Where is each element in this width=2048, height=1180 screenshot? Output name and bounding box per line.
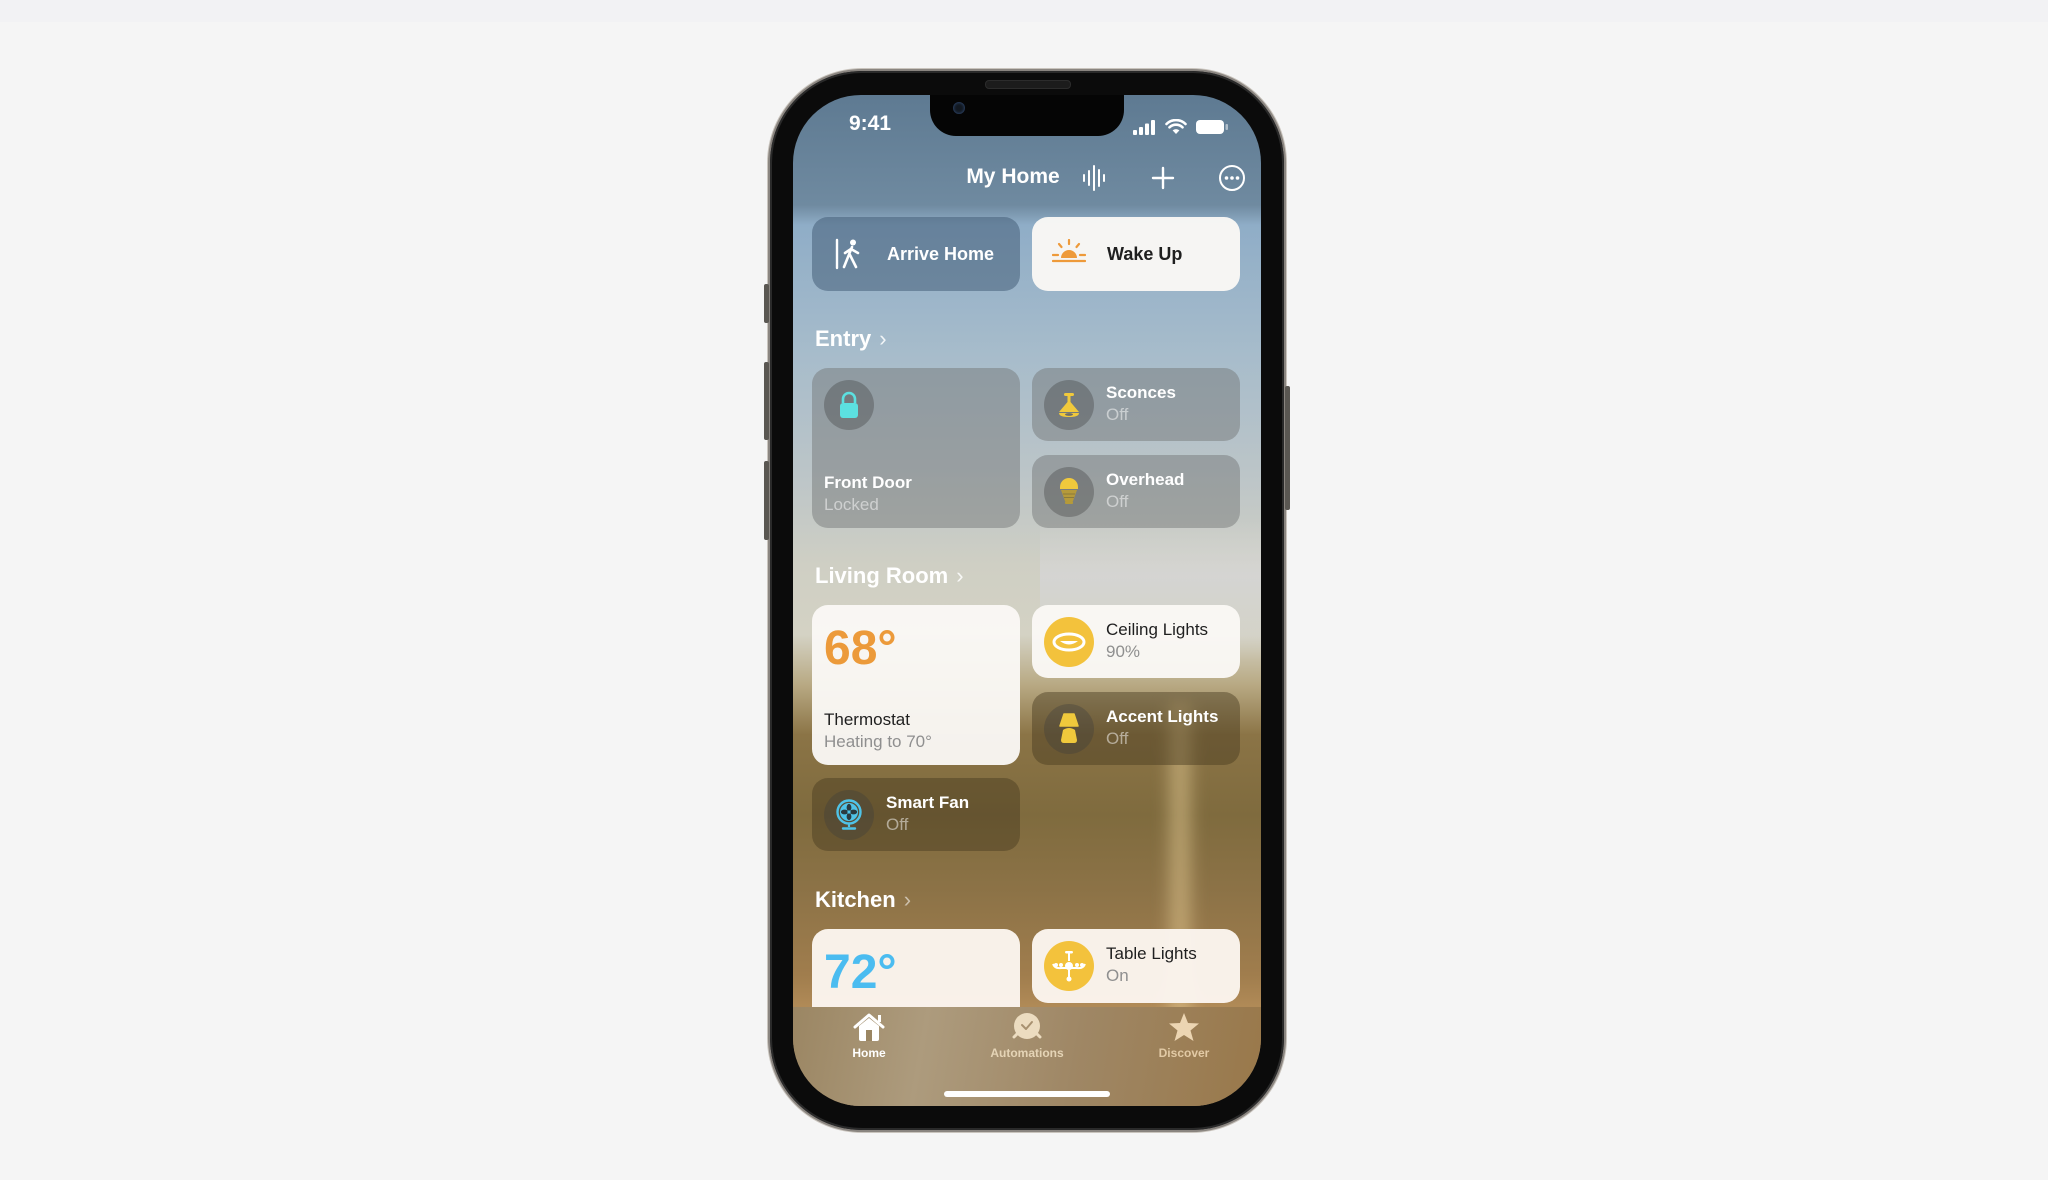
accessory-accent-lights[interactable]: Accent Lights Off bbox=[1032, 692, 1240, 765]
section-title: Kitchen bbox=[815, 887, 896, 912]
volume-up-button bbox=[764, 362, 769, 440]
accessory-sconces[interactable]: Sconces Off bbox=[1032, 368, 1240, 441]
status-time: 9:41 bbox=[848, 112, 892, 135]
more-icon[interactable] bbox=[1217, 163, 1247, 193]
scene-label: Arrive Home bbox=[887, 244, 995, 264]
status-icons bbox=[1133, 118, 1229, 136]
accessory-icon-circle bbox=[1044, 467, 1094, 517]
accessory-state: Off bbox=[886, 815, 909, 834]
accessory-name: Thermostat bbox=[824, 710, 910, 729]
accessory-thermostat-living-room[interactable]: 68° Thermostat Heating to 70° bbox=[812, 605, 1020, 765]
person-arriving-icon bbox=[835, 238, 860, 270]
fan-icon bbox=[836, 799, 862, 830]
plus-icon[interactable] bbox=[1148, 163, 1178, 193]
battery-icon bbox=[1196, 120, 1228, 134]
accessory-icon-circle bbox=[1044, 941, 1094, 991]
accessory-icon-circle bbox=[1044, 380, 1094, 430]
accessory-state: Off bbox=[1106, 729, 1129, 748]
accessory-name: Accent Lights bbox=[1106, 707, 1219, 726]
thermostat-temperature: 68° bbox=[824, 622, 897, 675]
accessory-icon-circle bbox=[824, 790, 874, 840]
earpiece-speaker bbox=[985, 80, 1071, 89]
accessory-state: Off bbox=[1106, 405, 1129, 424]
accessory-smart-fan[interactable]: Smart Fan Off bbox=[812, 778, 1020, 851]
section-kitchen[interactable]: Kitchen › bbox=[815, 887, 911, 913]
tab-home[interactable]: Home bbox=[814, 1012, 924, 1060]
accessory-icon-circle bbox=[1044, 704, 1094, 754]
table-lamp-icon bbox=[1059, 713, 1079, 743]
tab-label: Home bbox=[852, 1046, 886, 1060]
lightbulb-icon bbox=[1060, 478, 1078, 504]
accessory-name: Sconces bbox=[1106, 383, 1176, 402]
sunrise-icon bbox=[1052, 239, 1086, 263]
section-living-room[interactable]: Living Room › bbox=[815, 563, 964, 589]
chevron-right-icon: › bbox=[956, 563, 964, 588]
accessory-state: 90% bbox=[1106, 642, 1141, 661]
accessory-icon-circle bbox=[824, 380, 874, 430]
accessory-name: Ceiling Lights bbox=[1106, 620, 1209, 639]
side-button bbox=[1285, 386, 1290, 510]
star-icon bbox=[1169, 1013, 1199, 1041]
voice-waveform-icon[interactable] bbox=[1079, 163, 1109, 193]
tab-label: Automations bbox=[990, 1046, 1064, 1060]
chevron-right-icon: › bbox=[903, 887, 912, 912]
cellular-signal-icon bbox=[1133, 119, 1155, 135]
automation-clock-icon bbox=[1012, 1013, 1042, 1039]
wifi-icon bbox=[1165, 119, 1187, 134]
silent-switch bbox=[764, 284, 769, 323]
chevron-right-icon: › bbox=[879, 326, 887, 351]
chandelier-icon bbox=[1052, 951, 1086, 982]
accessory-icon-circle bbox=[1044, 617, 1094, 667]
accessory-state: Heating to 70° bbox=[824, 732, 932, 751]
lock-icon bbox=[840, 391, 858, 418]
accessory-name: Overhead bbox=[1106, 470, 1185, 489]
accessory-ceiling-lights[interactable]: Ceiling Lights 90% bbox=[1032, 605, 1240, 678]
accessory-front-door[interactable]: Front Door Locked bbox=[812, 368, 1020, 528]
scene-wake-up[interactable]: Wake Up bbox=[1032, 217, 1240, 291]
tab-discover[interactable]: Discover bbox=[1129, 1012, 1239, 1060]
section-title: Entry bbox=[815, 326, 872, 351]
tab-label: Discover bbox=[1158, 1046, 1210, 1060]
volume-down-button bbox=[764, 461, 769, 540]
accessory-table-lights[interactable]: Table Lights On bbox=[1032, 929, 1240, 1003]
home-title[interactable]: My Home bbox=[940, 165, 1086, 189]
page-top-band bbox=[0, 0, 2048, 22]
accessory-state: Locked bbox=[824, 495, 879, 514]
house-icon bbox=[853, 1013, 885, 1041]
scene-arrive-home[interactable]: Arrive Home bbox=[812, 217, 1020, 291]
accessory-name: Front Door bbox=[824, 473, 912, 492]
recessed-light-icon bbox=[1052, 632, 1086, 652]
pendant-light-icon bbox=[1059, 393, 1079, 417]
accessory-state: On bbox=[1106, 966, 1129, 985]
scene-label: Wake Up bbox=[1107, 244, 1183, 264]
thermostat-temperature: 72° bbox=[824, 946, 897, 999]
accessory-name: Table Lights bbox=[1106, 944, 1197, 963]
accessory-state: Off bbox=[1106, 492, 1129, 511]
front-camera bbox=[953, 102, 965, 114]
accessory-name: Smart Fan bbox=[886, 793, 970, 812]
accessory-overhead[interactable]: Overhead Off bbox=[1032, 455, 1240, 528]
section-entry[interactable]: Entry › bbox=[815, 326, 887, 352]
tab-automations[interactable]: Automations bbox=[972, 1012, 1082, 1060]
section-title: Living Room bbox=[815, 563, 949, 588]
home-indicator[interactable] bbox=[944, 1091, 1110, 1097]
